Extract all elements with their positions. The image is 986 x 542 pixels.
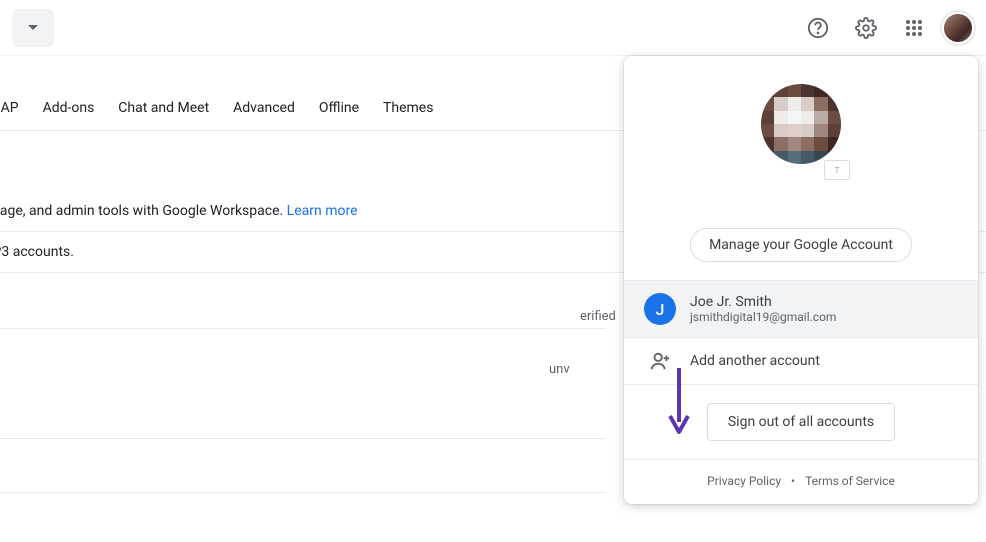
tab-addons[interactable]: Add-ons	[43, 100, 95, 116]
header-dropdown-button[interactable]	[12, 9, 54, 47]
account-name: Joe Jr. Smith	[690, 294, 836, 310]
tab-themes[interactable]: Themes	[383, 100, 433, 116]
gear-icon	[855, 17, 877, 39]
tab-advanced[interactable]: Advanced	[233, 100, 295, 116]
manage-account-button[interactable]: Manage your Google Account	[690, 228, 912, 262]
truncated-text-verified: erified	[580, 309, 616, 324]
account-avatar-button[interactable]	[942, 12, 974, 44]
popup-avatar[interactable]	[761, 84, 841, 164]
help-button[interactable]	[798, 8, 838, 48]
divider	[0, 492, 606, 493]
add-account-label: Add another account	[690, 353, 820, 369]
header-actions	[798, 8, 974, 48]
signout-all-button[interactable]: Sign out of all accounts	[707, 403, 895, 441]
workspace-text: more storage, and admin tools with Googl…	[0, 203, 287, 219]
annotation-arrow-icon	[666, 364, 692, 436]
learn-more-link[interactable]: Learn more	[287, 203, 358, 219]
truncated-text-unv: unv	[549, 362, 570, 377]
divider	[0, 438, 606, 439]
pop3-text: ail or POP3 accounts.	[0, 244, 74, 260]
apps-grid-icon	[905, 19, 923, 37]
account-email: jsmithdigital19@gmail.com	[690, 310, 836, 324]
popup-avatar-section: T	[624, 84, 978, 174]
account-row-joe[interactable]: J Joe Jr. Smith jsmithdigital19@gmail.co…	[624, 280, 978, 337]
caret-down-icon	[28, 25, 38, 31]
terms-of-service-link[interactable]: Terms of Service	[805, 474, 895, 488]
popup-footer: Privacy Policy • Terms of Service	[624, 459, 978, 504]
tab-chat-meet[interactable]: Chat and Meet	[118, 100, 209, 116]
apps-button[interactable]	[894, 8, 934, 48]
help-icon	[807, 17, 829, 39]
settings-button[interactable]	[846, 8, 886, 48]
divider	[0, 328, 606, 329]
tab-pop-imap[interactable]: d POP/IMAP	[0, 100, 19, 116]
app-header	[0, 0, 986, 56]
account-switcher-popup: T Manage your Google Account J Joe Jr. S…	[624, 56, 978, 504]
separator-dot: •	[791, 474, 795, 488]
privacy-policy-link[interactable]: Privacy Policy	[707, 474, 781, 488]
tab-offline[interactable]: Offline	[319, 100, 359, 116]
account-initial-avatar: J	[644, 293, 676, 325]
